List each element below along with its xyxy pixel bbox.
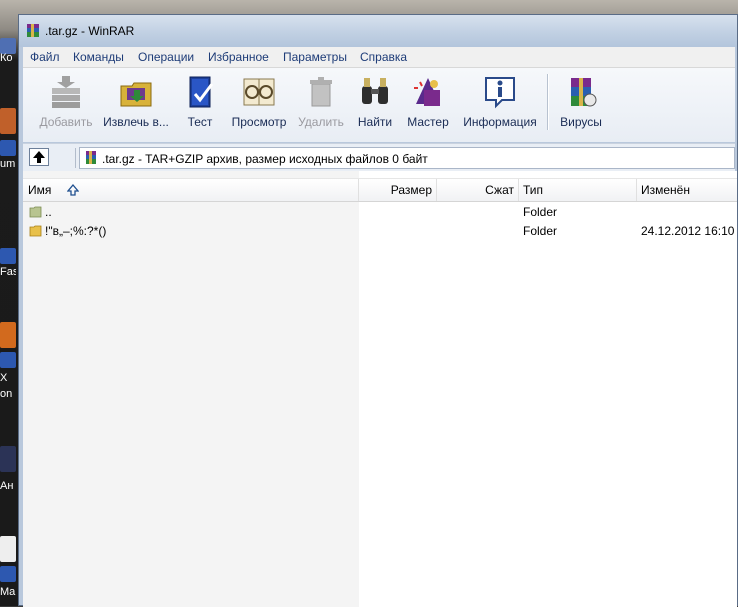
column-type-label: Тип [523, 183, 544, 197]
address-bar: .tar.gz - TAR+GZIP архив, размер исходны… [23, 143, 735, 172]
info-button-label: Информация [463, 115, 537, 129]
desktop-shortcut-icon[interactable] [0, 446, 16, 472]
column-size[interactable]: Размер [359, 179, 437, 201]
wizard-button-label: Мастер [407, 115, 449, 129]
glasses-book-icon [243, 78, 275, 106]
desktop-shortcut-icon[interactable] [0, 536, 16, 562]
menu-options[interactable]: Параметры [283, 50, 347, 64]
menu-operations[interactable]: Операции [138, 50, 194, 64]
address-field[interactable]: .tar.gz - TAR+GZIP архив, размер исходны… [79, 147, 735, 169]
desktop-shortcut-icon[interactable] [0, 108, 16, 134]
column-name-label: Имя [28, 183, 52, 197]
column-type[interactable]: Тип [519, 179, 637, 201]
address-text: .tar.gz - TAR+GZIP архив, размер исходны… [102, 152, 428, 166]
desktop-shortcut-icon[interactable] [0, 140, 16, 156]
trash-icon [310, 77, 332, 107]
test-button[interactable]: Тест [175, 72, 225, 138]
column-modified[interactable]: Изменён [637, 179, 737, 201]
desktop-label: um [0, 158, 16, 170]
folder-icon [29, 225, 42, 237]
virus-scan-button[interactable]: Вирусы [553, 72, 609, 138]
binoculars-icon [362, 78, 388, 104]
column-modified-label: Изменён [641, 183, 690, 197]
column-name[interactable]: Имя [23, 179, 359, 201]
desktop-shortcut-icon[interactable] [0, 248, 16, 264]
find-button-label: Найти [357, 115, 393, 129]
sort-ascending-icon [67, 184, 79, 196]
info-button[interactable]: Информация [455, 72, 545, 138]
winrar-app-icon [27, 24, 39, 37]
menu-commands[interactable]: Команды [73, 50, 124, 64]
title-bar[interactable]: .tar.gz - WinRAR [19, 15, 737, 47]
add-button[interactable]: Добавить [33, 72, 99, 138]
test-book-icon [189, 76, 214, 108]
menu-bar: Файл Команды Операции Избранное Параметр… [23, 47, 735, 68]
desktop-label: Ан [0, 480, 14, 492]
find-button[interactable]: Найти [351, 72, 399, 138]
info-icon [485, 77, 515, 109]
test-button-label: Тест [187, 115, 213, 129]
view-button-label: Просмотр [231, 115, 287, 129]
winrar-window: .tar.gz - WinRAR Файл Команды Операции И… [18, 14, 738, 607]
address-separator [75, 148, 76, 168]
extract-button-label: Извлечь в... [103, 115, 169, 129]
window-title: .tar.gz - WinRAR [45, 24, 135, 38]
extract-button[interactable]: Извлечь в... [97, 72, 175, 138]
add-books-icon [52, 76, 80, 108]
desktop-shortcut-icon[interactable] [0, 566, 16, 582]
row-modified: 24.12.2012 16:10 [641, 224, 735, 238]
up-folder-button[interactable] [29, 148, 49, 166]
toolbar-separator [547, 74, 549, 130]
extract-folder-icon [120, 82, 152, 107]
add-button-label: Добавить [39, 115, 93, 129]
row-name: !"в„–;%:?*() [45, 224, 107, 238]
menu-help[interactable]: Справка [360, 50, 407, 64]
menu-file[interactable]: Файл [30, 50, 60, 64]
table-row[interactable]: !"в„–;%:?*() Folder 24.12.2012 16:10 [23, 222, 737, 241]
table-row[interactable]: .. Folder [23, 203, 737, 222]
delete-button-label: Удалить [298, 115, 344, 129]
wizard-button[interactable]: Мастер [401, 72, 455, 138]
row-type: Folder [523, 205, 558, 219]
desktop-label: Fas [0, 266, 16, 278]
virus-scan-button-label: Вирусы [560, 115, 602, 129]
desktop-label: X [0, 372, 8, 384]
file-list: Имя Размер Сжат Тип Изменён .. Folder !"… [23, 171, 737, 607]
column-size-label: Размер [390, 183, 432, 197]
row-type: Folder [523, 224, 558, 238]
desktop-label: on [0, 388, 13, 400]
desktop-label: Ma [0, 586, 16, 598]
desktop-shortcut-icon[interactable] [0, 322, 16, 348]
column-packed-label: Сжат [485, 183, 514, 197]
desktop-label: Ко [0, 52, 13, 64]
view-button[interactable]: Просмотр [227, 72, 291, 138]
menu-favorites[interactable]: Избранное [208, 50, 269, 64]
column-header: Имя Размер Сжат Тип Изменён [23, 178, 737, 202]
archive-icon [86, 151, 96, 164]
wizard-icon [414, 78, 440, 106]
desktop-shortcut-icon[interactable] [0, 352, 16, 368]
column-packed[interactable]: Сжат [437, 179, 519, 201]
delete-button[interactable]: Удалить [293, 72, 349, 138]
parent-folder-icon [29, 206, 42, 218]
toolbar: Добавить Извлечь в... Тест Просмотр Удал… [23, 68, 735, 142]
up-arrow-icon [33, 151, 45, 163]
row-name: .. [45, 205, 52, 219]
virus-scan-icon [571, 78, 597, 107]
